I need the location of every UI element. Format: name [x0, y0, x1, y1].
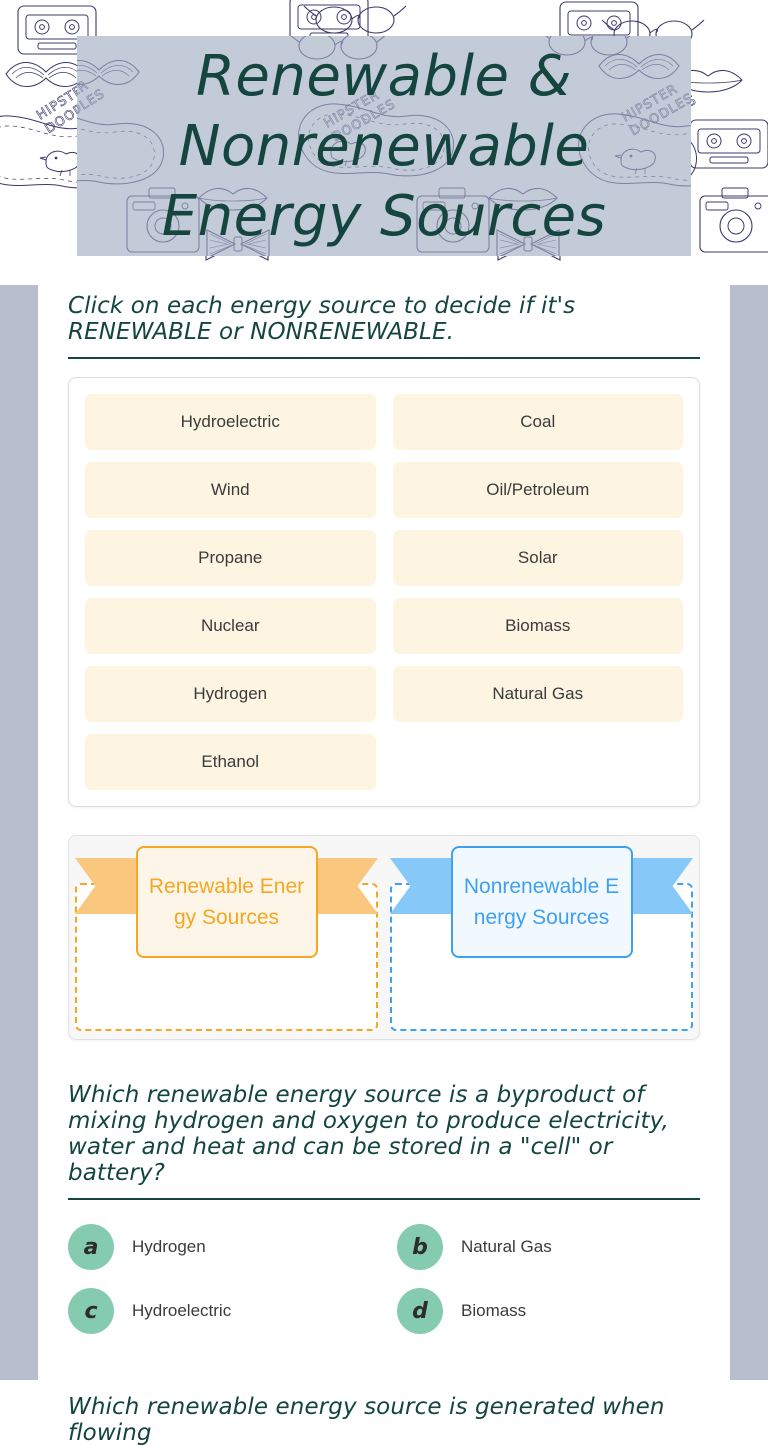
word-tile[interactable]: Oil/Petroleum [392, 462, 683, 518]
question-block-2: Which renewable energy source is generat… [68, 1394, 700, 1446]
category-renewable[interactable]: Renewable Energy Sources [69, 836, 384, 1039]
word-tile[interactable]: Biomass [392, 598, 683, 654]
option-letter-bubble-c: c [68, 1288, 114, 1334]
category-label-renewable[interactable]: Renewable Energy Sources [135, 846, 318, 958]
option-letter-bubble-a: a [68, 1224, 114, 1270]
word-tile[interactable]: Coal [392, 394, 683, 450]
worksheet-content: Click on each energy source to decide if… [68, 285, 700, 1446]
word-tile[interactable]: Nuclear [85, 598, 376, 654]
word-tile[interactable]: Solar [392, 530, 683, 586]
option-label-b: Natural Gas [461, 1237, 552, 1256]
word-tile[interactable]: Propane [85, 530, 376, 586]
instructions-block: Click on each energy source to decide if… [68, 285, 700, 359]
option-letter-bubble-b: b [397, 1224, 443, 1270]
right-page-rail [730, 285, 768, 1380]
question-text-1: Which renewable energy source is a bypro… [68, 1082, 669, 1186]
instructions-divider [68, 357, 700, 359]
question-divider-1 [68, 1198, 700, 1200]
option-label-a: Hydrogen [132, 1237, 206, 1256]
category-nonrenewable[interactable]: Nonrenewable Energy Sources [384, 836, 699, 1039]
instructions-text: Click on each energy source to decide if… [68, 293, 576, 345]
category-label-nonrenewable[interactable]: Nonrenewable Energy Sources [450, 846, 633, 958]
answer-options-1: a Hydrogen b Natural Gas c Hydroelectric… [68, 1220, 700, 1338]
word-tile[interactable]: Wind [85, 462, 376, 518]
word-bank-card: Hydroelectric Coal Wind Oil/Petroleum Pr… [68, 377, 700, 807]
page-title: Renewable & Nonrenewable Energy Sources [161, 44, 607, 249]
question-block-1: Which renewable energy source is a bypro… [68, 1082, 700, 1338]
word-tile[interactable]: Natural Gas [392, 666, 683, 722]
answer-option-a[interactable]: a Hydrogen [68, 1220, 371, 1274]
word-tile-empty-slot [393, 734, 684, 790]
question-text-2: Which renewable energy source is generat… [68, 1394, 665, 1446]
option-letter-bubble-d: d [397, 1288, 443, 1334]
option-label-d: Biomass [461, 1301, 527, 1320]
answer-option-c[interactable]: c Hydroelectric [68, 1284, 371, 1338]
answer-option-d[interactable]: d Biomass [397, 1284, 700, 1338]
category-drop-area: Renewable Energy Sources Nonrenewable En… [68, 835, 700, 1040]
option-label-c: Hydroelectric [132, 1301, 232, 1320]
word-tile[interactable]: Ethanol [85, 734, 376, 790]
word-tile[interactable]: Hydroelectric [85, 394, 376, 450]
answer-option-b[interactable]: b Natural Gas [397, 1220, 700, 1274]
left-page-rail [0, 285, 38, 1380]
word-tile[interactable]: Hydrogen [85, 666, 376, 722]
title-banner: Renewable & Nonrenewable Energy Sources [77, 36, 691, 256]
